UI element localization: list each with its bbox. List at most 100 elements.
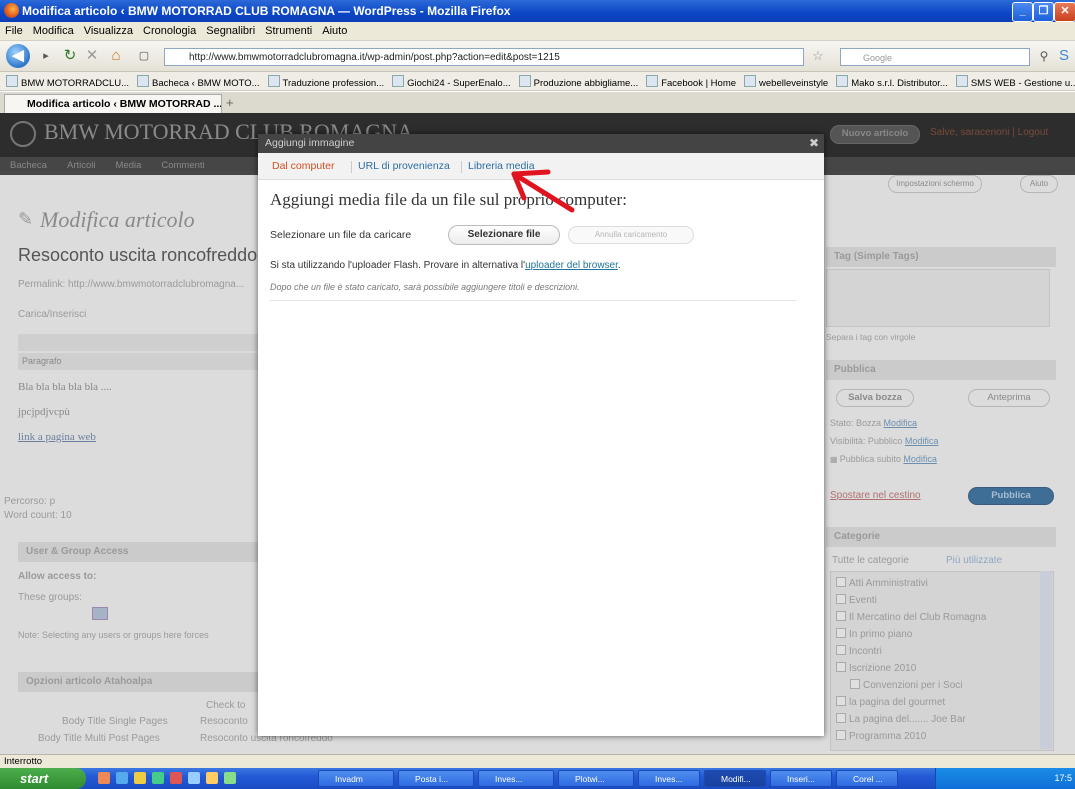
category-item[interactable]: La pagina del....... Joe Bar — [836, 713, 966, 725]
tab-most-used[interactable]: Più utilizzate — [946, 555, 1002, 566]
user-group-access-header[interactable]: User & Group Access — [18, 542, 258, 562]
quicklaunch-icon[interactable] — [170, 772, 182, 784]
bookmark-item[interactable]: Facebook | Home — [646, 75, 736, 89]
bookmark-item[interactable]: Produzione abbigliame... — [519, 75, 639, 89]
screen-options-button[interactable]: Impostazioni schermo — [888, 175, 982, 193]
cancel-upload-button[interactable]: Annulla caricamento — [568, 226, 694, 244]
menu-visualizza[interactable]: Visualizza — [79, 22, 138, 37]
forward-button[interactable]: ▸ — [36, 46, 56, 66]
search-icon[interactable]: ⚲ — [1034, 46, 1054, 66]
maximize-button[interactable]: ❐ — [1033, 2, 1054, 22]
tab-all-categories[interactable]: Tutte le categorie — [832, 555, 909, 566]
categories-box-header[interactable]: Categorie — [826, 527, 1056, 547]
visibility-edit-link[interactable]: Modifica — [905, 436, 939, 446]
save-draft-button[interactable]: Salva bozza — [836, 389, 914, 407]
groups-select[interactable] — [92, 607, 108, 620]
menu-media[interactable]: Media — [116, 160, 142, 171]
publish-box-header[interactable]: Pubblica — [826, 360, 1056, 380]
select-file-button[interactable]: Selezionare file — [448, 225, 560, 245]
paragraph-select[interactable]: Paragrafo — [22, 356, 62, 366]
back-button[interactable]: ◀ — [6, 44, 30, 68]
category-item[interactable]: la pagina del gourmet — [836, 696, 945, 708]
menu-segnalibri[interactable]: Segnalibri — [201, 22, 260, 37]
close-window-button[interactable]: ✕ — [1054, 2, 1075, 22]
post-title-input[interactable]: Resoconto uscita roncofreddo — [18, 245, 257, 266]
minimize-button[interactable]: _ — [1012, 2, 1033, 22]
menu-bacheca[interactable]: Bacheca — [10, 160, 47, 171]
tab-from-computer[interactable]: Dal computer — [272, 160, 334, 172]
menu-aiuto[interactable]: Aiuto — [317, 22, 352, 37]
taskbar-item[interactable]: Plotwi... — [558, 770, 634, 787]
category-item[interactable]: Iscrizione 2010 — [836, 662, 916, 674]
tags-textarea[interactable] — [826, 269, 1050, 327]
search-input[interactable]: Google — [840, 48, 1030, 66]
menu-file[interactable]: File — [0, 22, 28, 37]
tags-box-header[interactable]: Tag (Simple Tags) — [826, 247, 1056, 267]
check-to-label[interactable]: Check to — [206, 700, 245, 711]
quicklaunch-icon[interactable] — [116, 772, 128, 784]
preview-button[interactable]: Anteprima — [968, 389, 1050, 407]
taskbar-item[interactable]: Modifi... — [704, 770, 766, 787]
menu-articoli[interactable]: Articoli — [67, 160, 96, 171]
content-line[interactable]: Bla bla bla bla bla .... — [18, 381, 112, 393]
editor-toolbar-row1[interactable] — [18, 334, 258, 351]
reload-icon[interactable]: ↻ — [60, 46, 80, 66]
category-item[interactable]: In primo piano — [836, 628, 912, 640]
howdy-text[interactable]: Salve, saracenoni | Logout — [930, 127, 1048, 138]
url-bar[interactable]: http://www.bmwmotorradclubromagna.it/wp-… — [164, 48, 804, 66]
category-item[interactable]: Atti Amministrativi — [836, 577, 928, 589]
help-button[interactable]: Aiuto — [1020, 175, 1058, 193]
menu-commenti[interactable]: Commenti — [161, 160, 204, 171]
quicklaunch-icon[interactable] — [98, 772, 110, 784]
browser-uploader-link[interactable]: uploader del browser — [525, 260, 618, 271]
taskbar-item[interactable]: Posta i... — [398, 770, 474, 787]
category-item[interactable]: Il Mercatino del Club Romagna — [836, 611, 986, 623]
taskbar-item[interactable]: Inves... — [638, 770, 700, 787]
content-link[interactable]: link a pagina web — [18, 431, 96, 443]
editor-toolbar-row2[interactable]: Paragrafo — [18, 353, 258, 370]
clock[interactable]: 17:5 — [1054, 773, 1072, 783]
category-item[interactable]: Eventi — [836, 594, 877, 606]
status-edit-link[interactable]: Modifica — [884, 418, 918, 428]
publish-button[interactable]: Pubblica — [968, 487, 1054, 505]
category-item[interactable]: Convenzioni per i Soci — [850, 679, 963, 691]
bookmark-item[interactable]: webelleveinstyle — [744, 75, 828, 89]
bookmark-item[interactable]: SMS WEB - Gestione u... — [956, 75, 1075, 89]
bookmark-item[interactable]: BMW MOTORRADCLU... — [6, 75, 129, 89]
tab-modifica-articolo[interactable]: Modifica articolo ‹ BMW MOTORRAD ... — [4, 94, 222, 113]
category-item[interactable]: Incontri — [836, 645, 882, 657]
move-to-trash-link[interactable]: Spostare nel cestino — [830, 490, 921, 501]
categories-scrollbar[interactable] — [1040, 571, 1052, 749]
stop-icon[interactable]: ✕ — [82, 46, 102, 66]
taskbar-item[interactable]: Corel ... — [836, 770, 898, 787]
permalink[interactable]: Permalink: http://www.bmwmotorradclubrom… — [18, 279, 244, 290]
new-tab-button[interactable]: + — [226, 95, 234, 110]
new-post-button[interactable]: Nuovo articolo — [830, 125, 920, 144]
content-line[interactable]: jpcjpdjvcpù — [18, 406, 70, 418]
bookmark-item[interactable]: Giochi24 - SuperEnalo... — [392, 75, 511, 89]
quicklaunch-icon[interactable] — [224, 772, 236, 784]
quicklaunch-icon[interactable] — [206, 772, 218, 784]
publish-time-edit-link[interactable]: Modifica — [903, 454, 937, 464]
taskbar-item[interactable]: Inves... — [478, 770, 554, 787]
body-title-single-value[interactable]: Resoconto — [200, 716, 248, 727]
menu-modifica[interactable]: Modifica — [28, 22, 79, 37]
atahoalpa-options-header[interactable]: Opzioni articolo Atahoalpa — [18, 672, 258, 692]
category-item[interactable]: Programma 2010 — [836, 730, 926, 742]
menu-strumenti[interactable]: Strumenti — [260, 22, 317, 37]
bookmark-item[interactable]: Mako s.r.l. Distributor... — [836, 75, 948, 89]
bookmark-item[interactable]: Bacheca ‹ BMW MOTO... — [137, 75, 260, 89]
menu-cronologia[interactable]: Cronologia — [138, 22, 201, 37]
quicklaunch-icon[interactable] — [152, 772, 164, 784]
start-button[interactable]: start — [0, 768, 86, 789]
taskbar-item[interactable]: Inseri... — [770, 770, 832, 787]
skype-icon[interactable]: S — [1054, 46, 1074, 66]
close-icon[interactable]: ✖ — [808, 137, 820, 149]
taskbar-item[interactable]: Invadm — [318, 770, 394, 787]
quicklaunch-icon[interactable] — [134, 772, 146, 784]
tab-from-url[interactable]: URL di provenienza — [358, 160, 450, 172]
bookmark-item[interactable]: Traduzione profession... — [268, 75, 385, 89]
home-icon[interactable]: ⌂ — [106, 46, 126, 66]
bookmark-star-icon[interactable]: ☆ — [808, 46, 828, 66]
quicklaunch-icon[interactable] — [188, 772, 200, 784]
